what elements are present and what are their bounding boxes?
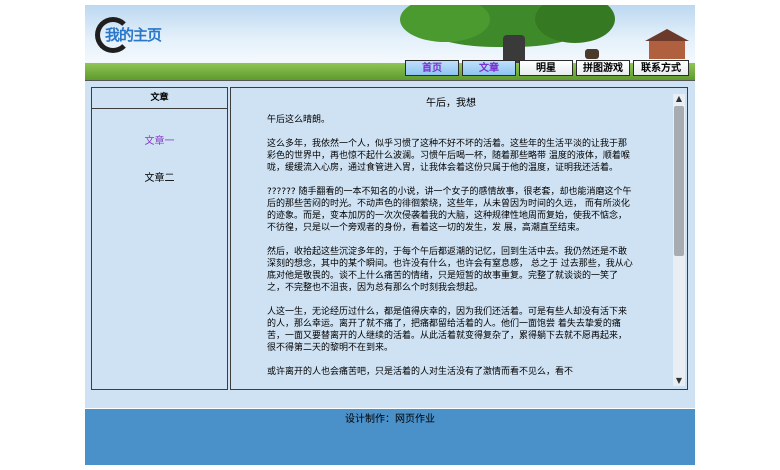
article-body: 午后这么晴朗。 这么多年，我依然一个人，似乎习惯了这种不好不坏的活着。这些年的生… (267, 114, 635, 388)
scroll-thumb[interactable] (674, 106, 684, 256)
article-paragraph: 午后这么晴朗。 (267, 115, 331, 125)
sidebar-link-article-1[interactable]: 文章一 (92, 132, 227, 147)
nav-contact[interactable]: 联系方式 (633, 60, 689, 76)
footer-strip (85, 396, 695, 408)
nav-stars[interactable]: 明星 (519, 60, 573, 76)
content-area: 文章 文章一 文章二 午后，我想 午后这么晴朗。 这么多年，我依然一个人，似乎习… (85, 80, 695, 397)
scroll-up-icon[interactable]: ▲ (673, 94, 685, 104)
article-frame: 午后，我想 午后这么晴朗。 这么多年，我依然一个人，似乎习惯了这种不好不坏的活着… (230, 87, 688, 390)
house-body (649, 41, 685, 59)
nav-articles[interactable]: 文章 (462, 60, 516, 76)
house-roof (645, 29, 689, 41)
nav-puzzle-game[interactable]: 拼图游戏 (576, 60, 630, 76)
scroll-down-icon[interactable]: ▼ (673, 376, 685, 386)
house-illustration (645, 29, 689, 59)
article-paragraph: 或许离开的人也会痛苦吧，只是活着的人对生活没有了激情而看不见么，看不 (267, 367, 574, 377)
article-scrollbar[interactable]: ▲ ▼ (673, 94, 685, 386)
article-paragraph: 这么多年，我依然一个人，似乎习惯了这种不好不坏的活着。这些年的生活平淡的让我于那… (267, 139, 630, 173)
article-paragraph: ?????? 随手翻看的一本不知名的小说，讲一个女子的感情故事，很老套，却也能消… (267, 187, 632, 233)
sidebar-link-article-2[interactable]: 文章二 (92, 169, 227, 184)
sidebar: 文章 文章一 文章二 (91, 87, 228, 390)
article-paragraph: 人这一生，无论经历过什么，都是值得庆幸的，因为我们还活着。可是有些人却没有活下来… (267, 307, 628, 353)
sidebar-heading: 文章 (92, 88, 227, 109)
main-nav: 首页 文章 明星 拼图游戏 联系方式 (405, 60, 689, 76)
article-paragraph: 然后，收拾起这些沉淀多年的，于每个午后都返潮的记忆，回到生活中去。我仍然还是不敢… (267, 247, 633, 293)
deer-illustration (585, 49, 599, 59)
nav-home[interactable]: 首页 (405, 60, 459, 76)
footer-credit: 设计制作：网页作业 (345, 414, 435, 425)
site-logo[interactable]: 我的主页 (105, 24, 162, 45)
article-title: 午后，我想 (426, 98, 476, 109)
site-container: 我的主页 首页 文章 明星 拼图游戏 联系方式 文章 文章一 文章二 午后，我想… (85, 5, 695, 465)
